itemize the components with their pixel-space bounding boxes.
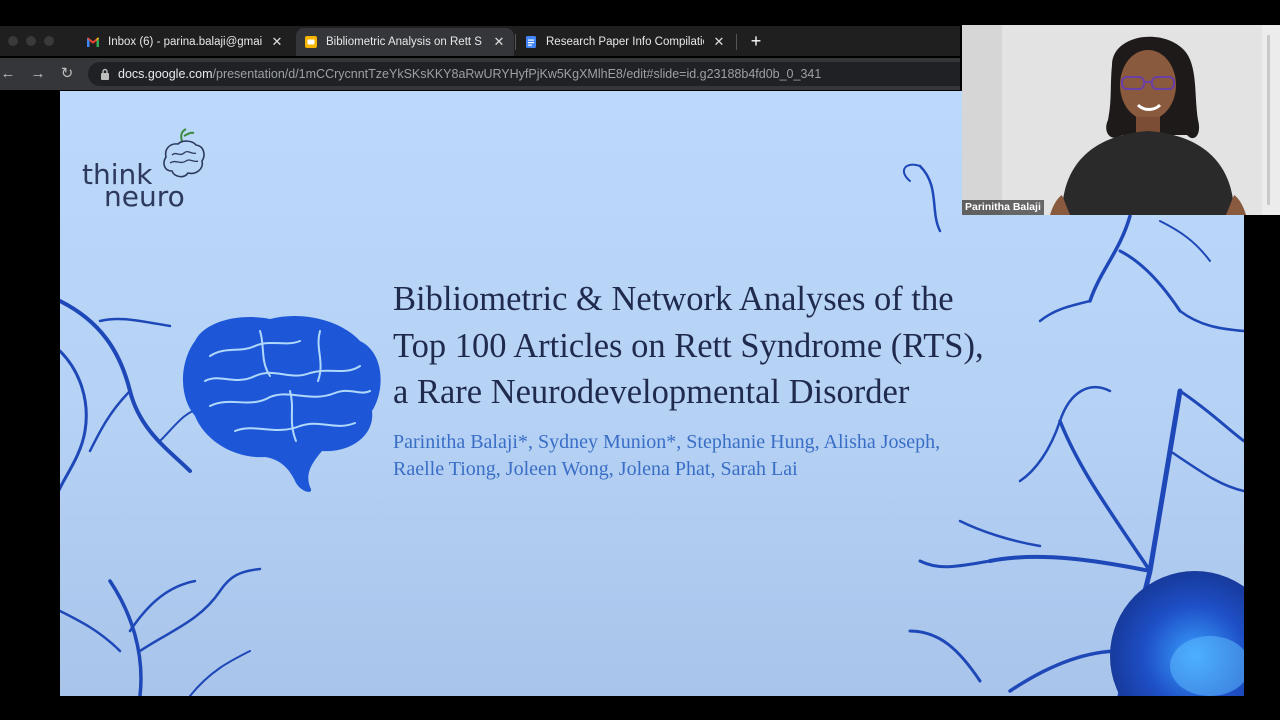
- gmail-icon: [87, 37, 99, 47]
- authors-line: Raelle Tiong, Joleen Wong, Jolena Phat, …: [393, 458, 798, 480]
- window-close-dot[interactable]: [8, 36, 18, 46]
- reload-icon[interactable]: ↻: [57, 64, 77, 84]
- url-path: /presentation/d/1mCCrycnntTzeYkSKsKKY8aR…: [212, 67, 822, 81]
- tab-label: Bibliometric Analysis on Rett S: [326, 36, 482, 48]
- browser-tab-bar: Inbox (6) - parina.balaji@gmail ✕ Biblio…: [0, 26, 960, 56]
- thinkneuro-logo: think neuro: [82, 127, 212, 217]
- new-tab-plus-icon[interactable]: +: [746, 29, 766, 53]
- slide-title-line: Bibliometric & Network Analyses of the: [393, 280, 954, 318]
- url-text: docs.google.com/presentation/d/1mCCrycnn…: [118, 67, 821, 81]
- participant-name-label: Parinitha Balaji: [962, 200, 1044, 215]
- slide-title-line: a Rare Neurodevelopmental Disorder: [393, 373, 910, 411]
- google-docs-icon: [526, 36, 536, 48]
- slide-title-line: Top 100 Articles on Rett Syndrome (RTS),: [393, 326, 984, 365]
- url-input[interactable]: docs.google.com/presentation/d/1mCCrycnn…: [88, 62, 960, 86]
- tab-close-icon[interactable]: ✕: [492, 34, 506, 50]
- slide-authors: Parinitha Balaji*, Sydney Munion*, Steph…: [393, 429, 1153, 483]
- url-domain: docs.google.com: [118, 67, 213, 81]
- slide-title: Bibliometric & Network Analyses of the T…: [393, 276, 1153, 416]
- forward-arrow-icon[interactable]: →: [28, 64, 48, 84]
- brain-illustration: [182, 315, 381, 492]
- tab-close-icon[interactable]: ✕: [270, 34, 284, 50]
- authors-line: Parinitha Balaji*, Sydney Munion*, Steph…: [393, 431, 941, 453]
- webcam-video-tile: Parinitha Balaji: [962, 25, 1280, 215]
- lock-icon: [101, 68, 109, 80]
- tab-slides-presentation[interactable]: Bibliometric Analysis on Rett S ✕: [296, 28, 514, 56]
- tab-label: Research Paper Info Compilatio: [546, 36, 704, 48]
- tab-docs-research[interactable]: Research Paper Info Compilatio ✕: [516, 28, 734, 56]
- window-maximize-dot[interactable]: [44, 36, 54, 46]
- brain-sprout-icon: [163, 128, 205, 178]
- tab-gmail-inbox[interactable]: Inbox (6) - parina.balaji@gmail ✕: [78, 28, 292, 56]
- address-bar-row: ← → ↻ docs.google.com/presentation/d/1mC…: [0, 58, 960, 90]
- tab-separator: [736, 34, 737, 50]
- google-slides-icon: [305, 36, 317, 48]
- tab-close-icon[interactable]: ✕: [712, 34, 726, 50]
- window-minimize-dot[interactable]: [26, 36, 36, 46]
- webcam-video-frame: [962, 25, 1280, 215]
- back-arrow-icon[interactable]: ←: [0, 64, 18, 84]
- logo-text-neuro: neuro: [104, 180, 185, 213]
- tab-label: Inbox (6) - parina.balaji@gmail: [108, 36, 262, 48]
